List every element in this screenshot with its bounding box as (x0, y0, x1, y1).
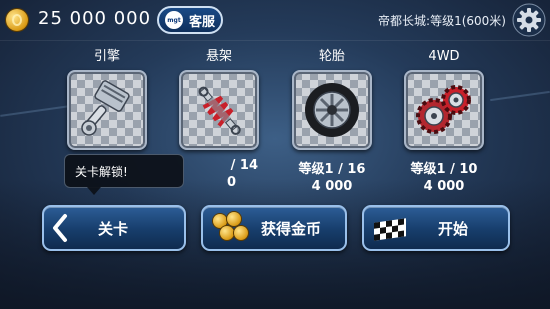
upgrade-level: / 14 (230, 158, 258, 173)
upgrade-suspension: 悬架 / 14 0 (174, 48, 264, 190)
get-coins-button[interactable]: 获得金币 (201, 205, 347, 251)
upgrade-4wd: 4WD 等级1 / 10 4 000 (399, 48, 489, 194)
upgrade-engine: 引擎 (62, 48, 152, 158)
upgrade-name: 引擎 (93, 49, 120, 64)
upgrade-suspension-tile[interactable] (179, 70, 259, 150)
track-info: 帝都长城:等级1(600米) (378, 14, 506, 28)
chevron-left-icon (46, 207, 74, 249)
customer-service-label: 客服 (189, 14, 216, 30)
background-streak (490, 90, 550, 102)
header-divider (0, 40, 550, 41)
upgrade-tires: 轮胎 等级1 / 16 4 000 (287, 48, 377, 194)
upgrade-cost: 0 (226, 175, 236, 190)
start-button[interactable]: 开始 (362, 205, 510, 251)
upgrade-cost: 4 000 (423, 179, 465, 194)
get-coins-button-label: 获得金币 (261, 219, 322, 238)
background-streak (0, 105, 70, 117)
checkered-flag-icon (374, 218, 406, 241)
upgrade-engine-tile[interactable] (67, 70, 147, 150)
upgrade-name: 4WD (428, 49, 460, 64)
start-button-label: 开始 (438, 219, 469, 238)
upgrade-cost: 4 000 (311, 179, 353, 194)
gears-icon (416, 85, 471, 134)
upgrade-4wd-tile[interactable] (404, 70, 484, 150)
tooltip-text: 关卡解锁! (75, 164, 128, 179)
customer-service-button[interactable]: mgt 客服 (157, 6, 223, 34)
upgrade-level: 等级1 / 16 (298, 162, 366, 177)
mgt-logo-icon: mgt (165, 11, 183, 29)
upgrade-name: 轮胎 (318, 49, 345, 64)
coin-icon (6, 9, 28, 31)
shock-absorber-icon (198, 86, 241, 135)
coin-balance: 25 000 000 (38, 8, 152, 29)
wheel-icon (305, 83, 359, 137)
levels-button-label: 关卡 (98, 219, 129, 238)
upgrade-level: 等级1 / 10 (410, 162, 478, 177)
level-unlock-tooltip: 关卡解锁! (64, 154, 184, 195)
coin-stack-icon (209, 210, 253, 246)
gear-icon[interactable] (512, 3, 546, 37)
piston-icon (81, 80, 130, 136)
levels-button[interactable]: 关卡 (42, 205, 186, 251)
upgrade-tires-tile[interactable] (292, 70, 372, 150)
upgrade-name: 悬架 (205, 49, 232, 64)
